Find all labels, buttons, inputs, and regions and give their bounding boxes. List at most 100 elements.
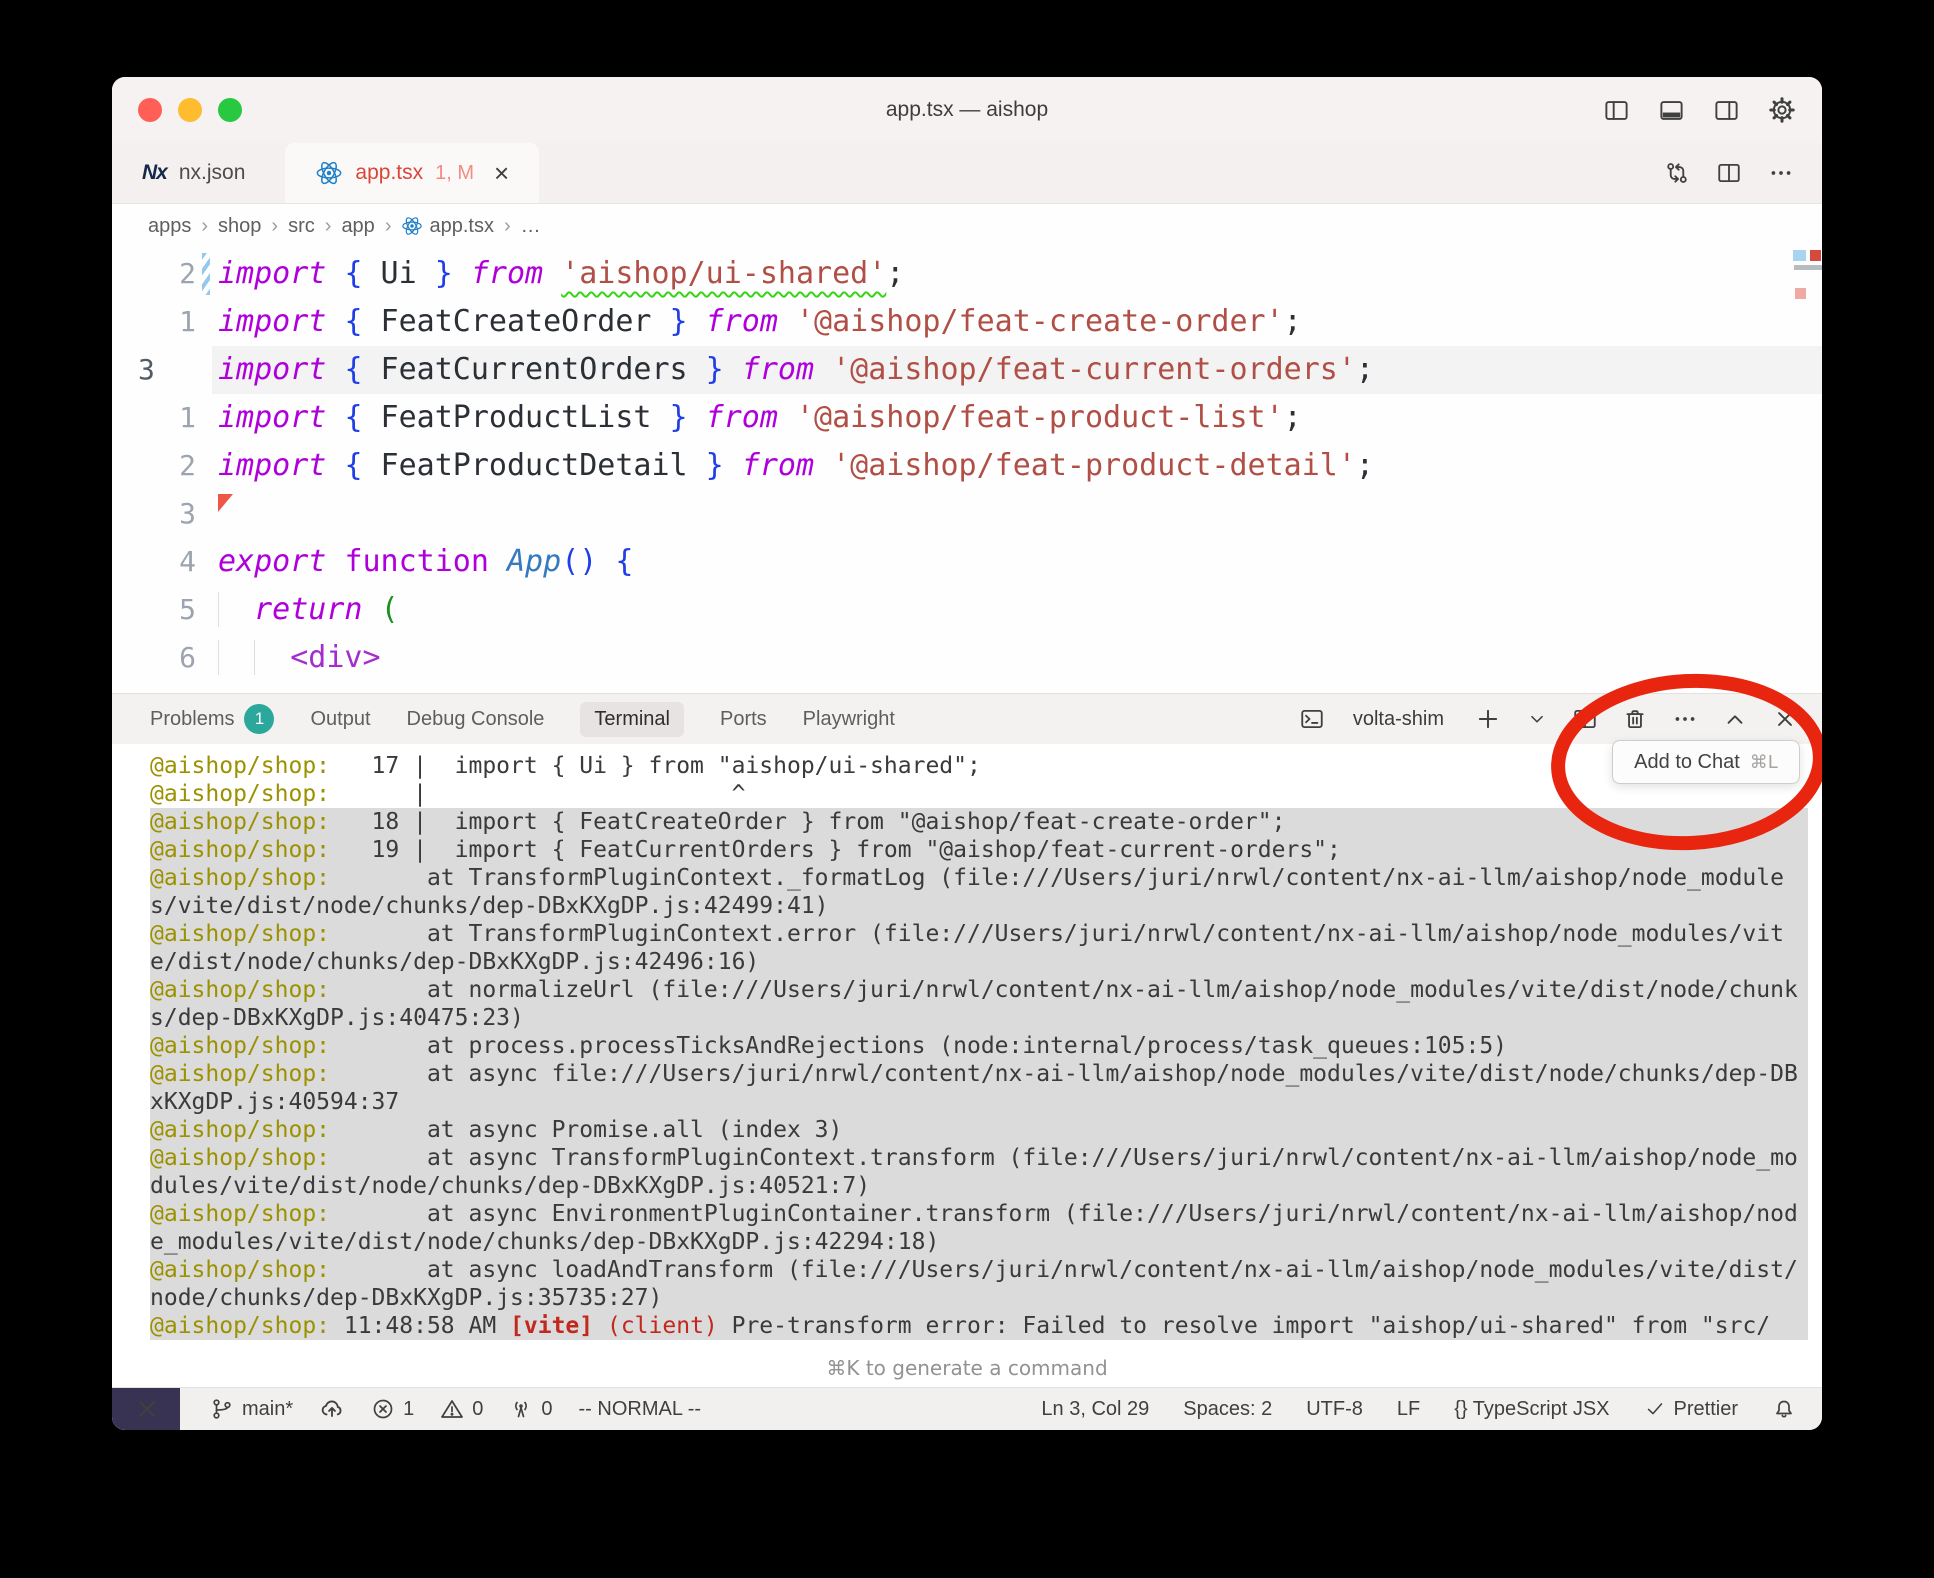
status-0[interactable]: 0 — [440, 1397, 483, 1421]
status-utf-8[interactable]: UTF-8 — [1306, 1398, 1363, 1421]
plus-icon[interactable] — [1474, 705, 1502, 733]
remote-indicator[interactable] — [112, 1388, 180, 1430]
layout-sidebar-left-icon[interactable] — [1603, 97, 1630, 124]
gutter[interactable]: 1 — [112, 298, 212, 346]
breadcrumb-label: shop — [218, 215, 261, 238]
breadcrumb-item-app[interactable]: app — [341, 215, 374, 238]
breadcrumb-separator: › — [325, 215, 332, 238]
panel-tab-playwright[interactable]: Playwright — [803, 708, 895, 731]
split-editor-icon[interactable] — [1572, 706, 1598, 732]
tab-nx-json[interactable]: Nxnx.json — [112, 143, 275, 203]
tab-label: app.tsx — [355, 161, 423, 185]
breadcrumb-label: app.tsx — [429, 215, 493, 238]
overview-ruler-mark — [1794, 265, 1822, 270]
gutter[interactable]: 3 — [112, 346, 212, 394]
error-flag-marker — [218, 494, 233, 512]
status-label: -- NORMAL -- — [579, 1398, 702, 1421]
nx-icon: Nx — [142, 161, 167, 185]
gutter[interactable]: 2 — [112, 442, 212, 490]
breadcrumb-item-src[interactable]: src — [288, 215, 315, 238]
title-bar: app.tsx — aishop — [112, 77, 1822, 143]
terminal-line: @aishop/shop: 11:48:58 AM [vite] (client… — [150, 1312, 1808, 1340]
terminal-line: @aishop/shop: | ^ — [150, 780, 1808, 808]
status-lf[interactable]: LF — [1397, 1398, 1420, 1421]
status-spaces-2[interactable]: Spaces: 2 — [1183, 1398, 1272, 1421]
zoom-window-button[interactable] — [218, 98, 242, 122]
code-text: import { FeatCurrentOrders } from '@aish… — [212, 346, 1822, 394]
react-icon — [315, 159, 343, 187]
problems-count-badge: 1 — [244, 704, 274, 734]
status-label: LF — [1397, 1398, 1420, 1421]
status-typescript-jsx[interactable]: {} TypeScript JSX — [1454, 1398, 1609, 1421]
gutter[interactable]: 4 — [112, 538, 212, 586]
code-line: 1import { FeatCreateOrder } from '@aisho… — [112, 298, 1822, 346]
terminal-line: @aishop/shop: at async file:///Users/jur… — [150, 1060, 1808, 1116]
panel-tab-label: Ports — [720, 708, 767, 731]
code-line: 3 — [112, 490, 1822, 538]
terminal-instance-name[interactable]: volta-shim — [1353, 708, 1444, 731]
close-window-button[interactable] — [138, 98, 162, 122]
tab-close-icon[interactable]: × — [494, 158, 509, 189]
status-1[interactable]: 1 — [371, 1397, 414, 1421]
code-text: <div> — [212, 634, 1822, 682]
gutter[interactable]: 6 — [112, 634, 212, 682]
ellipsis-icon[interactable] — [1672, 706, 1698, 732]
layout-sidebar-right-icon[interactable] — [1713, 97, 1740, 124]
status-normal[interactable]: -- NORMAL -- — [579, 1398, 702, 1421]
status-prettier[interactable]: Prettier — [1644, 1398, 1738, 1421]
panel-tab-output[interactable]: Output — [310, 708, 370, 731]
error-icon — [371, 1397, 395, 1421]
status-cloud-upload[interactable] — [319, 1396, 345, 1422]
panel-tab-debug-console[interactable]: Debug Console — [407, 708, 545, 731]
terminal-line: @aishop/shop: at async loadAndTransform … — [150, 1256, 1808, 1312]
breadcrumb-item-apps[interactable]: apps — [148, 215, 191, 238]
tab-app-tsx[interactable]: app.tsx1, M× — [285, 143, 539, 203]
status-label: 0 — [472, 1398, 483, 1421]
breadcrumb: apps›shop›src›app›app.tsx›… — [112, 204, 1822, 248]
add-to-chat-shortcut: ⌘L — [1750, 752, 1778, 773]
layout-panel-icon[interactable] — [1658, 97, 1685, 124]
panel-tab-terminal[interactable]: Terminal — [580, 702, 684, 737]
code-line: 1import { FeatProductList } from '@aisho… — [112, 394, 1822, 442]
panel-tab-problems[interactable]: Problems1 — [150, 704, 274, 734]
gutter[interactable]: 1 — [112, 394, 212, 442]
terminal-output[interactable]: @aishop/shop: 17 | import { Ui } from "a… — [112, 744, 1822, 1349]
gutter[interactable]: 3 — [112, 490, 212, 538]
add-to-chat-tooltip[interactable]: Add to Chat ⌘L — [1612, 740, 1800, 784]
breadcrumb-item-shop[interactable]: shop — [218, 215, 261, 238]
code-text — [212, 490, 1822, 538]
status-0[interactable]: 0 — [509, 1397, 552, 1421]
close-icon[interactable] — [1772, 706, 1798, 732]
breadcrumb-item-app.tsx[interactable]: app.tsx — [401, 215, 493, 238]
split-editor-icon[interactable] — [1716, 160, 1742, 186]
overview-ruler-mark — [1793, 250, 1806, 261]
ellipsis-icon[interactable] — [1768, 160, 1794, 186]
breadcrumb-label: src — [288, 215, 315, 238]
breadcrumb-label: … — [521, 215, 541, 238]
panel-tab-ports[interactable]: Ports — [720, 708, 767, 731]
breadcrumb-separator: › — [201, 215, 208, 238]
status-main[interactable]: main* — [210, 1397, 293, 1421]
code-text: import { FeatProductList } from '@aishop… — [212, 394, 1822, 442]
broadcast-icon — [509, 1397, 533, 1421]
breadcrumb-item-[interactable]: … — [521, 215, 541, 238]
line-number: 3 — [138, 346, 155, 394]
minimize-window-button[interactable] — [178, 98, 202, 122]
overview-ruler-mark — [1810, 250, 1821, 261]
status-bell[interactable] — [1772, 1397, 1796, 1421]
terminal-line: @aishop/shop: 19 | import { FeatCurrentO… — [150, 836, 1808, 864]
status-ln-3-col-29[interactable]: Ln 3, Col 29 — [1041, 1398, 1149, 1421]
gutter[interactable]: 2 — [112, 250, 212, 298]
code-editor[interactable]: 2import { Ui } from 'aishop/ui-shared';1… — [112, 248, 1822, 693]
terminal-line: @aishop/shop: 17 | import { Ui } from "a… — [150, 752, 1808, 780]
chevron-up-icon[interactable] — [1722, 706, 1748, 732]
gutter[interactable]: 5 — [112, 586, 212, 634]
chevron-down-icon[interactable] — [1526, 708, 1548, 730]
breadcrumb-separator: › — [504, 215, 511, 238]
bell-icon — [1772, 1397, 1796, 1421]
terminal-hint: ⌘K to generate a command — [112, 1349, 1822, 1387]
trash-icon[interactable] — [1622, 706, 1648, 732]
compare-changes-icon[interactable] — [1664, 160, 1690, 186]
gear-icon[interactable] — [1768, 96, 1796, 124]
status-label: UTF-8 — [1306, 1398, 1363, 1421]
